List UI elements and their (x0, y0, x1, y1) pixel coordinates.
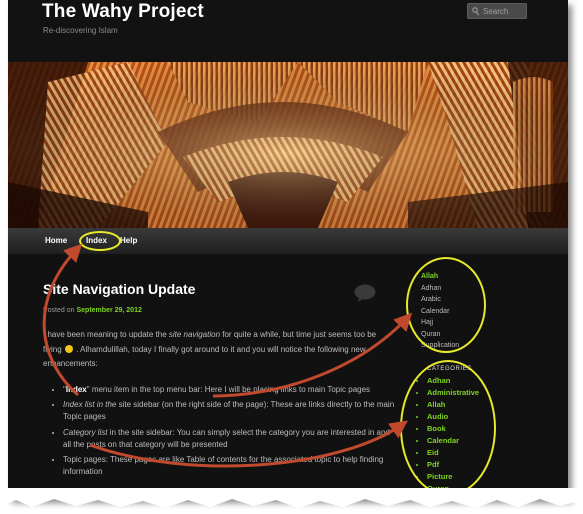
post-meta: Posted on September 29, 2012 (43, 307, 142, 314)
list-item: "Index" menu item in the top menu bar: H… (63, 384, 398, 396)
nav-item-help[interactable]: Help (120, 236, 137, 245)
post-title[interactable]: Site Navigation Update (43, 281, 195, 297)
enhancements-list: "Index" menu item in the top menu bar: H… (51, 384, 398, 481)
bullet-lead: Index (65, 385, 87, 394)
bullet-text: menu item in the top menu bar: Here I wi… (89, 385, 371, 394)
post-intro-paragraph: I have been meaning to update the site n… (43, 328, 383, 372)
nav-item-home[interactable]: Home (45, 236, 67, 245)
post-date-link[interactable]: September 29, 2012 (76, 307, 141, 314)
categories-highlight-ring (400, 360, 496, 496)
posted-prefix: Posted on (43, 307, 75, 314)
search-placeholder: Search (483, 7, 509, 16)
index-highlight-ring (79, 231, 121, 251)
list-item: Category list in the site sidebar: You c… (63, 427, 398, 451)
bullet-lead: Index list in the (63, 400, 117, 410)
header-banner-image (8, 62, 568, 228)
intro-text-3: . Alhamdulillah, today I finally got aro… (43, 344, 366, 369)
bullet-text: in the site sidebar: You can simply sele… (63, 427, 390, 449)
comment-bubble-icon[interactable] (354, 284, 376, 302)
site-title[interactable]: The Wahy Project (42, 1, 204, 23)
index-list-highlight-ring (406, 257, 486, 353)
site-header: The Wahy Project Re-discovering Islam Se… (8, 0, 568, 62)
smiley-icon (64, 344, 73, 353)
list-item: Index list in the site sidebar (on the r… (63, 399, 398, 423)
bullet-lead: Topic pages (63, 455, 106, 465)
list-item: Topic pages: These pages are like Table … (63, 454, 398, 478)
site-description: Re-discovering Islam (43, 26, 118, 35)
intro-emphasis: site navigation (168, 330, 221, 339)
torn-edge (0, 488, 583, 508)
intro-text-1: I have been meaning to update the (43, 330, 169, 339)
bullet-lead: Category list (63, 427, 108, 437)
search-icon (472, 7, 479, 16)
search-input[interactable]: Search (467, 3, 527, 19)
bullet-text: : These pages are like Table of contents… (63, 455, 384, 477)
browser-page: The Wahy Project Re-discovering Islam Se… (8, 0, 568, 498)
